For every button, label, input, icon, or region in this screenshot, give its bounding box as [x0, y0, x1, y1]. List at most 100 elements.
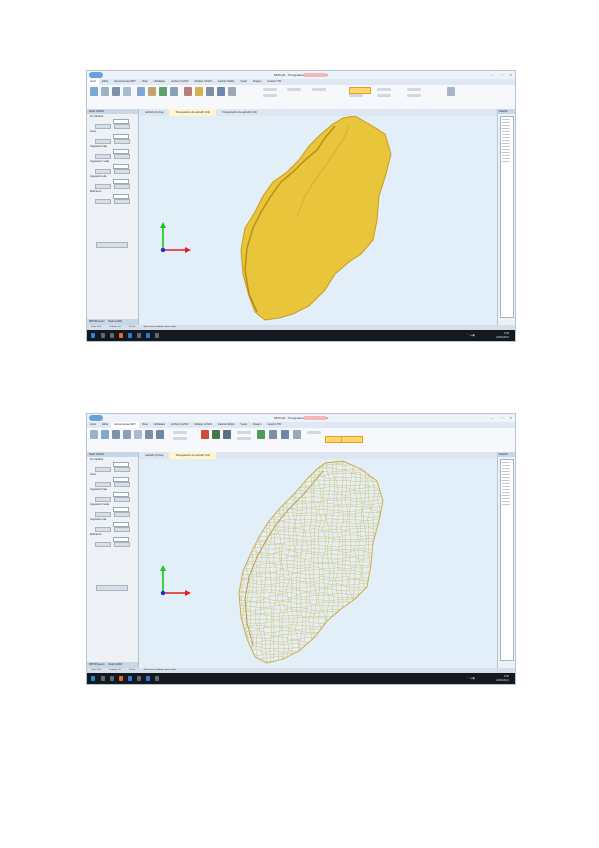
- ribbon-button[interactable]: [123, 87, 131, 96]
- ribbon-button[interactable]: [112, 87, 120, 96]
- ribbon-field[interactable]: [312, 88, 326, 91]
- ribbon-field[interactable]: [407, 94, 421, 97]
- ribbon-button[interactable]: [170, 87, 178, 96]
- ribbon-highlight-button[interactable]: [341, 436, 363, 443]
- doc-tab[interactable]: Triangulación de pahs2D (2/2): [216, 109, 263, 116]
- group-label: Sin clasificar: [90, 458, 104, 461]
- ribbon-button[interactable]: [201, 430, 209, 439]
- start-icon[interactable]: [91, 333, 95, 338]
- ribbon-field[interactable]: [173, 431, 187, 434]
- app-icon[interactable]: [146, 333, 150, 338]
- assign-button[interactable]: [95, 542, 111, 547]
- doc-tab-active[interactable]: Triangulación de pahs2D (2/2): [169, 109, 217, 116]
- app-icon[interactable]: [155, 333, 159, 338]
- ribbon-field[interactable]: [407, 88, 421, 91]
- mesh-line: [239, 483, 383, 487]
- properties-list[interactable]: [500, 116, 514, 318]
- close-icon[interactable]: ×: [510, 71, 512, 79]
- ribbon-field[interactable]: [287, 88, 301, 91]
- ribbon-button[interactable]: [159, 87, 167, 96]
- 3d-viewport[interactable]: [139, 459, 497, 668]
- mesh-line: [239, 617, 383, 621]
- tray-icons[interactable]: ⌃ ◂ ▣: [466, 333, 475, 337]
- doc-tab[interactable]: pahs2D (2).dwg: [139, 109, 169, 116]
- group-suelo: Suelo: [87, 129, 138, 144]
- ribbon-field[interactable]: [263, 94, 277, 97]
- ribbon-button[interactable]: [156, 430, 164, 439]
- apply-button[interactable]: [96, 585, 128, 591]
- ribbon-button[interactable]: [228, 87, 236, 96]
- left-panel: Nodo CASIO Sin clasificar Suelo Vegetaci…: [87, 109, 139, 325]
- app-icon[interactable]: [128, 676, 132, 681]
- task-view-icon[interactable]: [110, 333, 114, 338]
- mesh-line: [239, 537, 383, 541]
- mesh-line: [239, 659, 383, 663]
- ribbon-button[interactable]: [195, 87, 203, 96]
- maximize-icon[interactable]: ▫: [502, 414, 503, 422]
- mesh-line: [308, 461, 313, 663]
- ribbon-button[interactable]: [123, 430, 131, 439]
- ribbon-button[interactable]: [134, 430, 142, 439]
- search-icon[interactable]: [101, 333, 105, 338]
- more-button[interactable]: [114, 199, 130, 204]
- app-icon[interactable]: [155, 676, 159, 681]
- assign-button[interactable]: [95, 199, 111, 204]
- ribbon-button[interactable]: [223, 430, 231, 439]
- close-icon[interactable]: ×: [510, 414, 512, 422]
- mesh-line: [254, 461, 259, 663]
- properties-list[interactable]: [500, 459, 514, 661]
- task-view-icon[interactable]: [110, 676, 114, 681]
- ribbon-button[interactable]: [257, 430, 265, 439]
- apply-button[interactable]: [96, 242, 128, 248]
- ribbon-button[interactable]: [206, 87, 214, 96]
- ribbon-button[interactable]: [90, 87, 98, 96]
- more-button[interactable]: [114, 542, 130, 547]
- app-icon[interactable]: [119, 333, 123, 338]
- ribbon-button[interactable]: [112, 430, 120, 439]
- minimize-icon[interactable]: –: [491, 414, 493, 422]
- group-edificacion: Edificación: [87, 532, 138, 547]
- ribbon-field[interactable]: [349, 94, 363, 97]
- group-label: Edificación: [90, 190, 102, 193]
- ribbon-button[interactable]: [281, 430, 289, 439]
- ribbon-field[interactable]: [173, 437, 187, 440]
- maximize-icon[interactable]: ▫: [502, 71, 503, 79]
- mesh-line: [239, 508, 383, 512]
- doc-tab-active[interactable]: Triangulación de pahs2D (2/2): [169, 452, 217, 459]
- ribbon-button[interactable]: [101, 430, 109, 439]
- app-icon[interactable]: [137, 333, 141, 338]
- ribbon-field[interactable]: [237, 437, 251, 440]
- ribbon-button[interactable]: [137, 87, 145, 96]
- ribbon-field[interactable]: [237, 431, 251, 434]
- tray-icons[interactable]: ⌃ ◂ ▣: [466, 676, 475, 680]
- ribbon-field[interactable]: [263, 88, 277, 91]
- clock[interactable]: 9:59 22/06/2021: [496, 675, 509, 682]
- app-icon[interactable]: [146, 676, 150, 681]
- mesh-line: [239, 521, 383, 525]
- ribbon-button[interactable]: [184, 87, 192, 96]
- minimize-icon[interactable]: –: [491, 71, 493, 79]
- ribbon-button[interactable]: [293, 430, 301, 439]
- ribbon-button[interactable]: [101, 87, 109, 96]
- clock[interactable]: 9:59 22/06/2021: [496, 332, 509, 339]
- ribbon-button[interactable]: [269, 430, 277, 439]
- ribbon-field[interactable]: [307, 431, 321, 434]
- ribbon-field[interactable]: [377, 94, 391, 97]
- start-icon[interactable]: [91, 676, 95, 681]
- mesh-line: [239, 630, 383, 634]
- app-icon[interactable]: [137, 676, 141, 681]
- ribbon-highlight-button[interactable]: [349, 87, 371, 94]
- ribbon-button[interactable]: [148, 87, 156, 96]
- ribbon-button[interactable]: [217, 87, 225, 96]
- ribbon-button[interactable]: [90, 430, 98, 439]
- doc-tab[interactable]: pahs2D (2).dwg: [139, 452, 169, 459]
- app-icon[interactable]: [119, 676, 123, 681]
- ribbon-button[interactable]: [212, 430, 220, 439]
- ribbon-button[interactable]: [447, 87, 455, 96]
- 3d-viewport[interactable]: [139, 116, 497, 325]
- ribbon-field[interactable]: [377, 88, 391, 91]
- search-icon[interactable]: [101, 676, 105, 681]
- ribbon-button[interactable]: [145, 430, 153, 439]
- app-icon[interactable]: [128, 333, 132, 338]
- mesh-line: [239, 543, 383, 548]
